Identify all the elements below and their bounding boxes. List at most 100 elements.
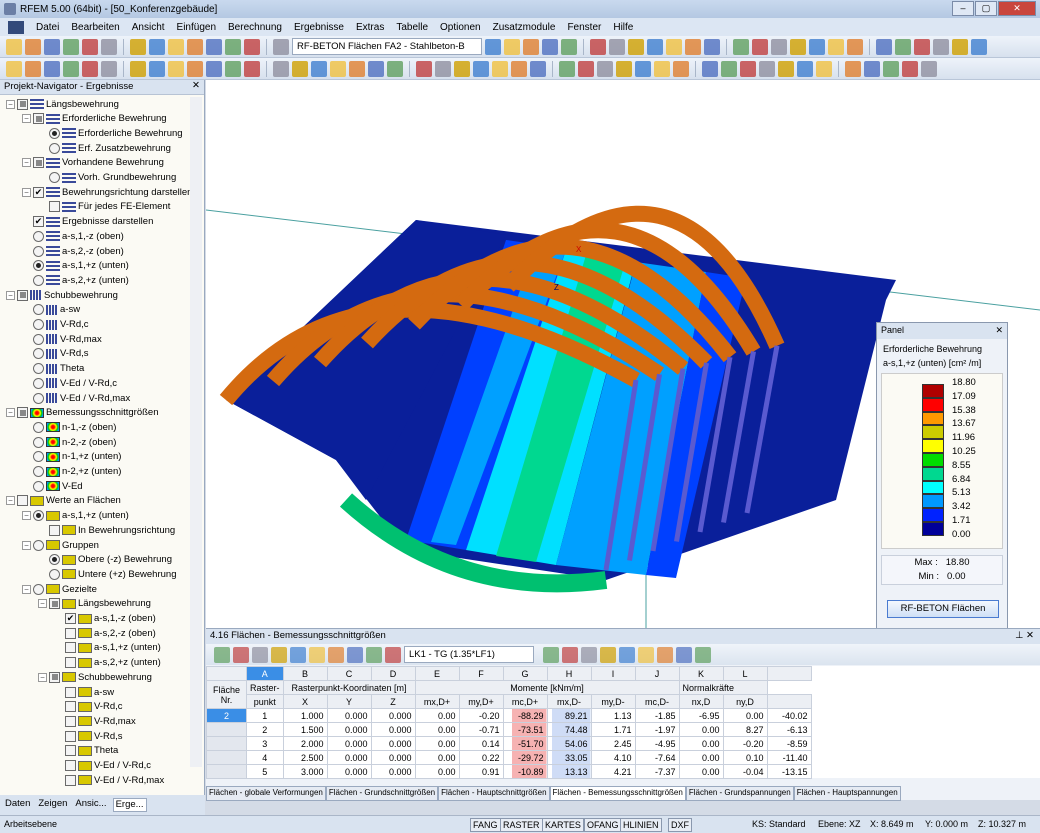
cell-y[interactable]: 0.000 xyxy=(327,751,371,765)
toolbar-button-icon[interactable] xyxy=(44,61,60,77)
nav-item[interactable]: a-s,1,+z (unten) xyxy=(22,259,129,273)
toolbar-button-icon[interactable] xyxy=(25,39,41,55)
toolbar-button-icon[interactable] xyxy=(635,61,651,77)
table-tool-icon[interactable] xyxy=(676,647,692,663)
cell-i[interactable]: 4.21 xyxy=(591,765,635,779)
toolbar-button-icon[interactable] xyxy=(971,39,987,55)
nav-item[interactable]: Obere (-z) Bewehrung xyxy=(38,553,172,567)
nav-item[interactable]: a-s,2,+z (unten) xyxy=(54,656,161,670)
collapse-icon[interactable]: − xyxy=(38,599,47,608)
table-tool-icon[interactable] xyxy=(385,647,401,663)
radio[interactable] xyxy=(33,481,44,492)
toolbar-button-icon[interactable] xyxy=(101,39,117,55)
col-letter[interactable]: K xyxy=(679,667,723,681)
checkbox[interactable] xyxy=(65,716,76,727)
nav-item[interactable]: −Gruppen xyxy=(22,538,99,552)
cell-flaeche[interactable]: 2 xyxy=(207,709,247,723)
col-letter[interactable]: I xyxy=(591,667,635,681)
cell-x[interactable]: 1.000 xyxy=(283,709,327,723)
toolbar-button-icon[interactable] xyxy=(273,39,289,55)
checkbox[interactable] xyxy=(49,672,60,683)
table-tool-icon[interactable] xyxy=(328,647,344,663)
checkbox[interactable]: ✔ xyxy=(65,613,76,624)
toolbar-button-icon[interactable] xyxy=(523,39,539,55)
toolbar-button-icon[interactable] xyxy=(454,61,470,77)
checkbox[interactable] xyxy=(17,290,28,301)
cell-y[interactable]: 0.000 xyxy=(327,709,371,723)
nav-item[interactable]: a-s,1,-z (oben) xyxy=(22,229,124,243)
radio[interactable] xyxy=(33,540,44,551)
nav-item[interactable]: Theta xyxy=(22,362,84,376)
menu-optionen[interactable]: Optionen xyxy=(440,22,481,33)
radio[interactable] xyxy=(33,246,44,257)
col-letter[interactable]: G xyxy=(503,667,547,681)
cell-l[interactable]: -0.20 xyxy=(723,737,767,751)
toolbar-button-icon[interactable] xyxy=(82,61,98,77)
radio[interactable] xyxy=(33,231,44,242)
toolbar-button-icon[interactable] xyxy=(168,39,184,55)
toolbar-button-icon[interactable] xyxy=(530,61,546,77)
nav-item[interactable]: V-Rd,c xyxy=(54,700,123,714)
toolbar-button-icon[interactable] xyxy=(759,61,775,77)
menu-ansicht[interactable]: Ansicht xyxy=(132,22,165,33)
table-tool-icon[interactable] xyxy=(233,647,249,663)
toolbar-button-icon[interactable] xyxy=(883,61,899,77)
toggle-raster[interactable]: RASTER xyxy=(500,818,543,832)
menu-tabelle[interactable]: Tabelle xyxy=(396,22,428,33)
nav-item[interactable]: a-s,1,+z (unten) xyxy=(54,641,161,655)
menu-extras[interactable]: Extras xyxy=(356,22,384,33)
table-tool-icon[interactable] xyxy=(638,647,654,663)
toolbar-button-icon[interactable] xyxy=(609,39,625,55)
col-letter[interactable]: D xyxy=(371,667,415,681)
cell-p[interactable]: 3 xyxy=(247,737,284,751)
checkbox[interactable] xyxy=(49,525,60,536)
toolbar-button-icon[interactable] xyxy=(63,61,79,77)
cell-z[interactable]: 0.000 xyxy=(371,765,415,779)
cell-m[interactable]: -40.02 xyxy=(767,709,811,723)
toolbar-button-icon[interactable] xyxy=(130,61,146,77)
nav-item[interactable]: −Gezielte xyxy=(22,582,97,596)
menu-hilfe[interactable]: Hilfe xyxy=(613,22,633,33)
table-tool-icon[interactable] xyxy=(581,647,597,663)
checkbox[interactable]: ✔ xyxy=(33,187,44,198)
menu-bearbeiten[interactable]: Bearbeiten xyxy=(71,22,119,33)
toolbar-button-icon[interactable] xyxy=(25,61,41,77)
navigator-scrollbar[interactable] xyxy=(190,97,202,767)
nav-item[interactable]: Erforderliche Bewehrung xyxy=(38,126,183,140)
cell-j[interactable]: -7.64 xyxy=(635,751,679,765)
toolbar-button-icon[interactable] xyxy=(168,61,184,77)
checkbox[interactable] xyxy=(65,731,76,742)
nav-item[interactable]: n-1,+z (unten) xyxy=(22,450,121,464)
toolbar-button-icon[interactable] xyxy=(435,61,451,77)
cell-k[interactable]: 0.00 xyxy=(679,751,723,765)
nav-item[interactable]: n-2,-z (oben) xyxy=(22,435,116,449)
nav-item[interactable]: V-Ed / V-Rd,max xyxy=(22,391,130,405)
cell-k[interactable]: -6.95 xyxy=(679,709,723,723)
load-combination-select[interactable]: LK1 - TG (1.35*LF1) xyxy=(404,646,534,663)
tab-zeigen[interactable]: Zeigen xyxy=(36,798,69,812)
radio[interactable] xyxy=(49,569,60,580)
cell-h[interactable]: 89.21 xyxy=(547,709,591,723)
toolbar-button-icon[interactable] xyxy=(914,39,930,55)
table-tool-icon[interactable] xyxy=(600,647,616,663)
cell-e[interactable]: 0.00 xyxy=(415,765,459,779)
toolbar-button-icon[interactable] xyxy=(561,39,577,55)
cell-k[interactable]: 0.00 xyxy=(679,737,723,751)
cell-h[interactable]: 33.05 xyxy=(547,751,591,765)
toolbar-button-icon[interactable] xyxy=(702,61,718,77)
toggle-dxf[interactable]: DXF xyxy=(668,818,692,832)
nav-item[interactable]: a-s,2,-z (oben) xyxy=(54,626,156,640)
col-letter[interactable]: E xyxy=(415,667,459,681)
tab-ergebnisse[interactable]: Erge... xyxy=(113,798,147,812)
toolbar-button-icon[interactable] xyxy=(590,39,606,55)
radio[interactable] xyxy=(33,334,44,345)
table-tool-icon[interactable] xyxy=(657,647,673,663)
checkbox[interactable] xyxy=(65,760,76,771)
cell-h[interactable]: 13.13 xyxy=(547,765,591,779)
nav-item[interactable]: −Längsbewehrung xyxy=(38,597,151,611)
collapse-icon[interactable]: − xyxy=(22,158,31,167)
nav-item[interactable]: Theta xyxy=(54,744,118,758)
nav-item[interactable]: ✔Ergebnisse darstellen xyxy=(22,215,153,229)
cell-k[interactable]: 0.00 xyxy=(679,765,723,779)
nav-item[interactable]: −Vorhandene Bewehrung xyxy=(22,156,164,170)
